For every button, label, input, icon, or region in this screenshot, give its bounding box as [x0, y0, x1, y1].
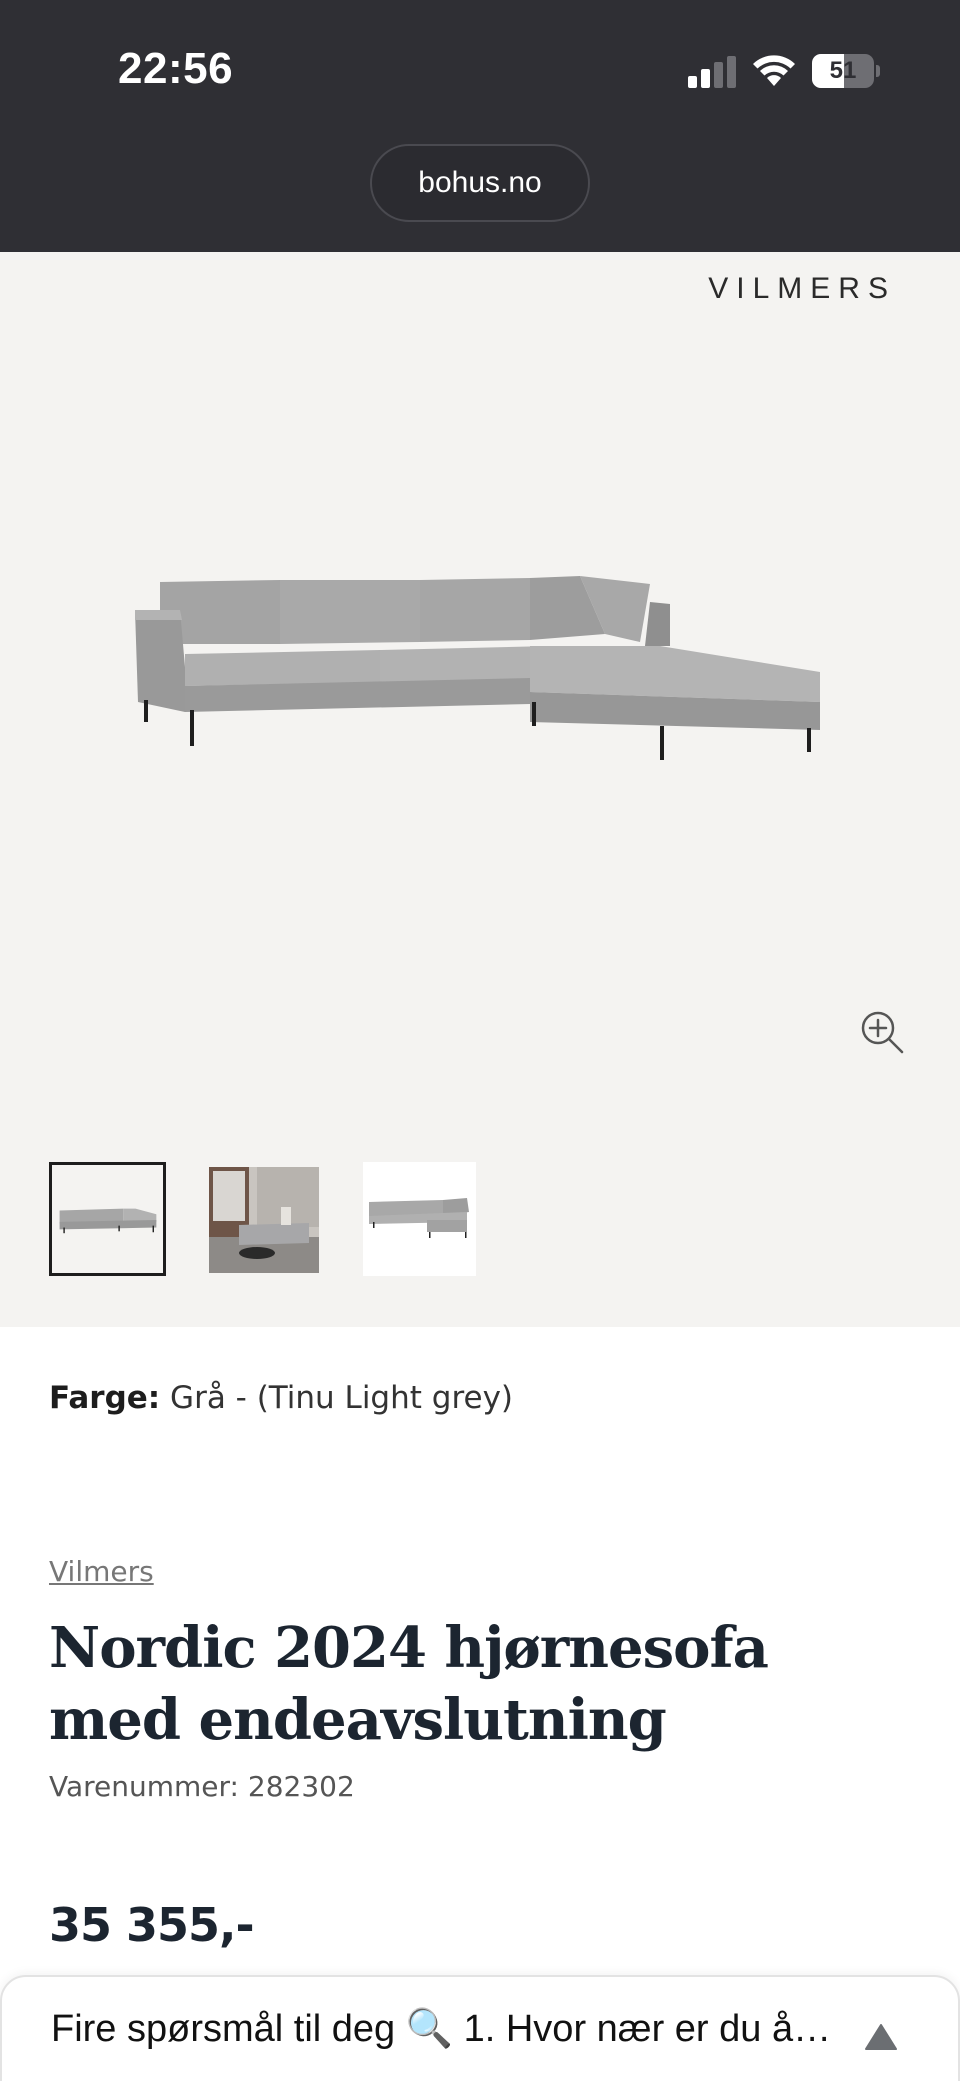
battery-cap [876, 65, 880, 77]
battery-percentage: 51 [829, 57, 857, 84]
address-bar[interactable]: bohus.no [370, 144, 590, 222]
wifi-icon [753, 55, 795, 86]
thumbnail-sofa-image [59, 1208, 157, 1234]
product-price: 35 355,- [49, 1898, 255, 1952]
thumbnail-sofa-angle-image [369, 1198, 469, 1238]
chat-sheet-text[interactable]: Fire spørsmål til deg 🔍 1. Hvor nær er d… [51, 2007, 841, 2051]
chat-bottom-sheet[interactable]: Fire spørsmål til deg 🔍 1. Hvor nær er d… [0, 1975, 960, 2081]
sofa-drawing [135, 576, 820, 760]
battery-icon: 51 [812, 54, 880, 88]
color-value: Grå - (Tinu Light grey) [170, 1380, 514, 1416]
thumbnail-1[interactable] [49, 1162, 166, 1276]
product-gallery: VILMERS [0, 252, 960, 1327]
product-sku: Varenummer: 282302 [49, 1770, 355, 1803]
browser-top-bar: 22:56 51 bohus.no [0, 0, 960, 252]
main-product-image[interactable] [130, 562, 830, 792]
brand-logo: VILMERS [708, 272, 896, 305]
color-selection: Farge: Grå - (Tinu Light grey) [49, 1380, 513, 1416]
status-time: 22:56 [118, 44, 234, 93]
cellular-signal-icon [688, 56, 736, 88]
product-page: 22:56 51 bohus.no VILMERS Farge: Grå - (… [0, 0, 960, 2081]
thumbnail-3[interactable] [363, 1162, 476, 1276]
product-title: Nordic 2024 hjørnesofa med endeavslutnin… [49, 1615, 769, 1753]
brand-link[interactable]: Vilmers [49, 1555, 154, 1588]
color-label: Farge: [49, 1380, 161, 1416]
thumbnail-2[interactable] [209, 1167, 319, 1273]
zoom-in-icon[interactable] [858, 1008, 906, 1056]
caret-up-icon[interactable] [864, 2023, 898, 2051]
thumbnail-room-image [209, 1167, 319, 1273]
